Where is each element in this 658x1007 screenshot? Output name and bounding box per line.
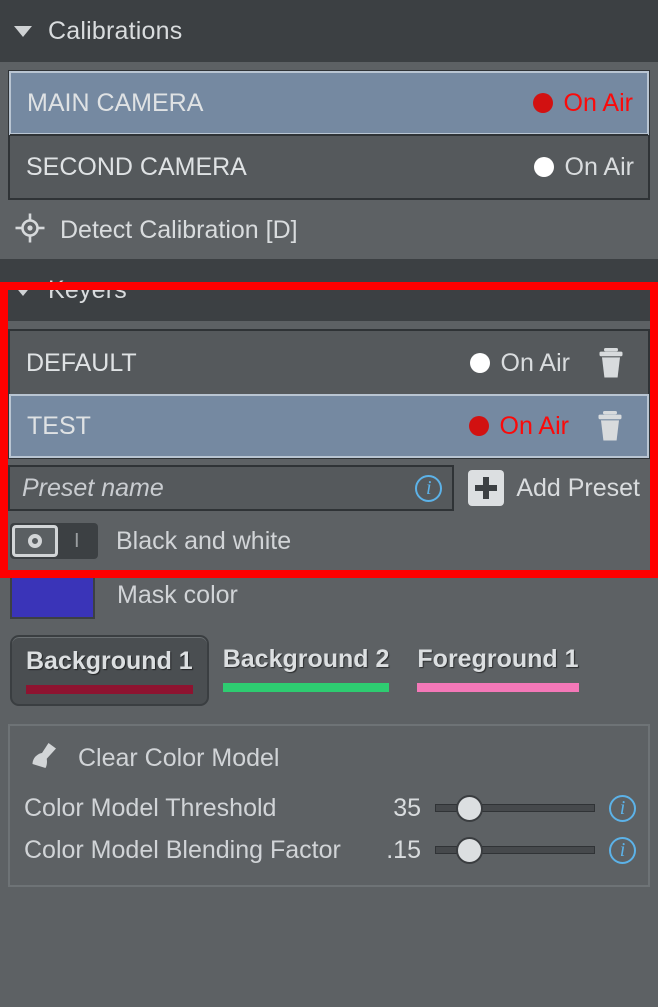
keyer-row-default[interactable]: DEFAULT On Air [10,331,648,395]
keyer-settings-panel: Calibrations MAIN CAMERA On Air SECOND C… [0,0,658,1007]
preset-name-input[interactable]: Preset name i [8,465,455,511]
power-off-glyph-icon [28,534,42,548]
triangle-down-icon[interactable] [14,25,32,37]
keyers-list: DEFAULT On Air TEST On Air [8,329,650,459]
toggle-on-glyph-label: I [74,529,80,552]
keyer-name: TEST [27,411,91,440]
layer-tab-strip: Background 1 Background 2 Foreground 1 [0,619,658,706]
tab-color-bar [26,685,193,694]
trash-icon[interactable] [587,409,633,443]
slider-handle[interactable] [456,795,483,822]
color-model-threshold-value: 35 [393,793,421,822]
info-icon[interactable]: i [609,794,636,822]
black-and-white-toggle[interactable]: I [10,523,98,559]
tab-background-2[interactable]: Background 2 [209,635,404,702]
toggle-off-position [12,525,58,557]
on-air-label: On Air [500,348,570,377]
tab-color-bar [417,683,579,692]
on-air-status[interactable]: On Air [469,348,570,378]
add-preset-label: Add Preset [516,473,640,502]
calibrations-section-header[interactable]: Calibrations [0,0,658,62]
color-model-threshold-info[interactable]: i [609,794,636,822]
calibrations-title: Calibrations [48,16,183,45]
tab-background-1[interactable]: Background 1 [10,635,209,706]
on-air-status[interactable]: On Air [532,88,633,118]
color-model-blending-value: .15 [386,835,421,864]
on-air-label: On Air [563,88,633,117]
trash-icon[interactable] [588,346,634,380]
calibrations-list: MAIN CAMERA On Air SECOND CAMERA On Air [8,70,650,200]
info-icon[interactable]: i [415,474,443,502]
color-model-blending-info[interactable]: i [609,836,636,864]
on-air-label: On Air [499,411,569,440]
clear-color-model-label: Clear Color Model [78,744,280,772]
calibration-row-second-camera[interactable]: SECOND CAMERA On Air [10,134,648,198]
keyer-name: DEFAULT [26,348,137,377]
on-air-indicator-icon [532,93,553,113]
color-model-blending-row: Color Model Blending Factor .15 i [22,829,636,871]
on-air-indicator-icon [469,353,490,373]
preset-name-placeholder: Preset name [22,473,164,502]
calibration-name: MAIN CAMERA [27,88,204,117]
keyers-section-header[interactable]: Keyers [0,259,658,321]
on-air-status[interactable]: On Air [468,411,569,441]
tab-label: Background 2 [222,645,390,673]
tab-foreground-1[interactable]: Foreground 1 [403,635,592,702]
keyer-row-test[interactable]: TEST On Air [9,394,649,458]
on-air-status[interactable]: On Air [533,152,634,182]
color-model-threshold-label: Color Model Threshold [24,793,277,822]
add-preset-row: Preset name i Add Preset [8,465,650,511]
detect-calibration-label: Detect Calibration [D] [60,216,298,244]
color-model-group: Clear Color Model Color Model Threshold … [8,724,650,887]
info-icon[interactable]: i [609,836,636,864]
tab-label: Background 1 [26,647,193,675]
mask-color-label: Mask color [117,580,238,609]
detect-calibration-button[interactable]: Detect Calibration [D] [0,200,658,259]
on-air-indicator-icon [468,416,489,436]
clear-color-model-button[interactable]: Clear Color Model [22,736,636,787]
color-model-threshold-row: Color Model Threshold 35 i [22,787,636,829]
tab-label: Foreground 1 [417,645,579,673]
slider-handle[interactable] [456,837,483,864]
on-air-indicator-icon [533,157,554,177]
black-and-white-row[interactable]: I Black and white [0,511,658,559]
plus-icon [468,470,505,506]
calibration-row-main-camera[interactable]: MAIN CAMERA On Air [9,71,649,135]
mask-color-row[interactable]: Mask color [0,559,658,619]
black-and-white-label: Black and white [116,526,292,555]
add-preset-button[interactable]: Add Preset [468,470,650,506]
color-model-blending-label: Color Model Blending Factor [24,835,341,864]
keyers-title: Keyers [48,275,128,304]
calibration-name: SECOND CAMERA [26,152,247,181]
tab-color-bar [222,683,390,692]
on-air-label: On Air [564,152,634,181]
broom-icon [28,740,64,777]
crosshair-target-icon [14,212,46,249]
triangle-down-icon[interactable] [14,284,32,296]
mask-color-swatch[interactable] [10,571,95,619]
color-model-threshold-slider[interactable] [435,793,595,823]
color-model-blending-slider[interactable] [435,835,595,865]
keyers-section: Keyers DEFAULT On Air TEST On Air Preset… [0,259,658,511]
